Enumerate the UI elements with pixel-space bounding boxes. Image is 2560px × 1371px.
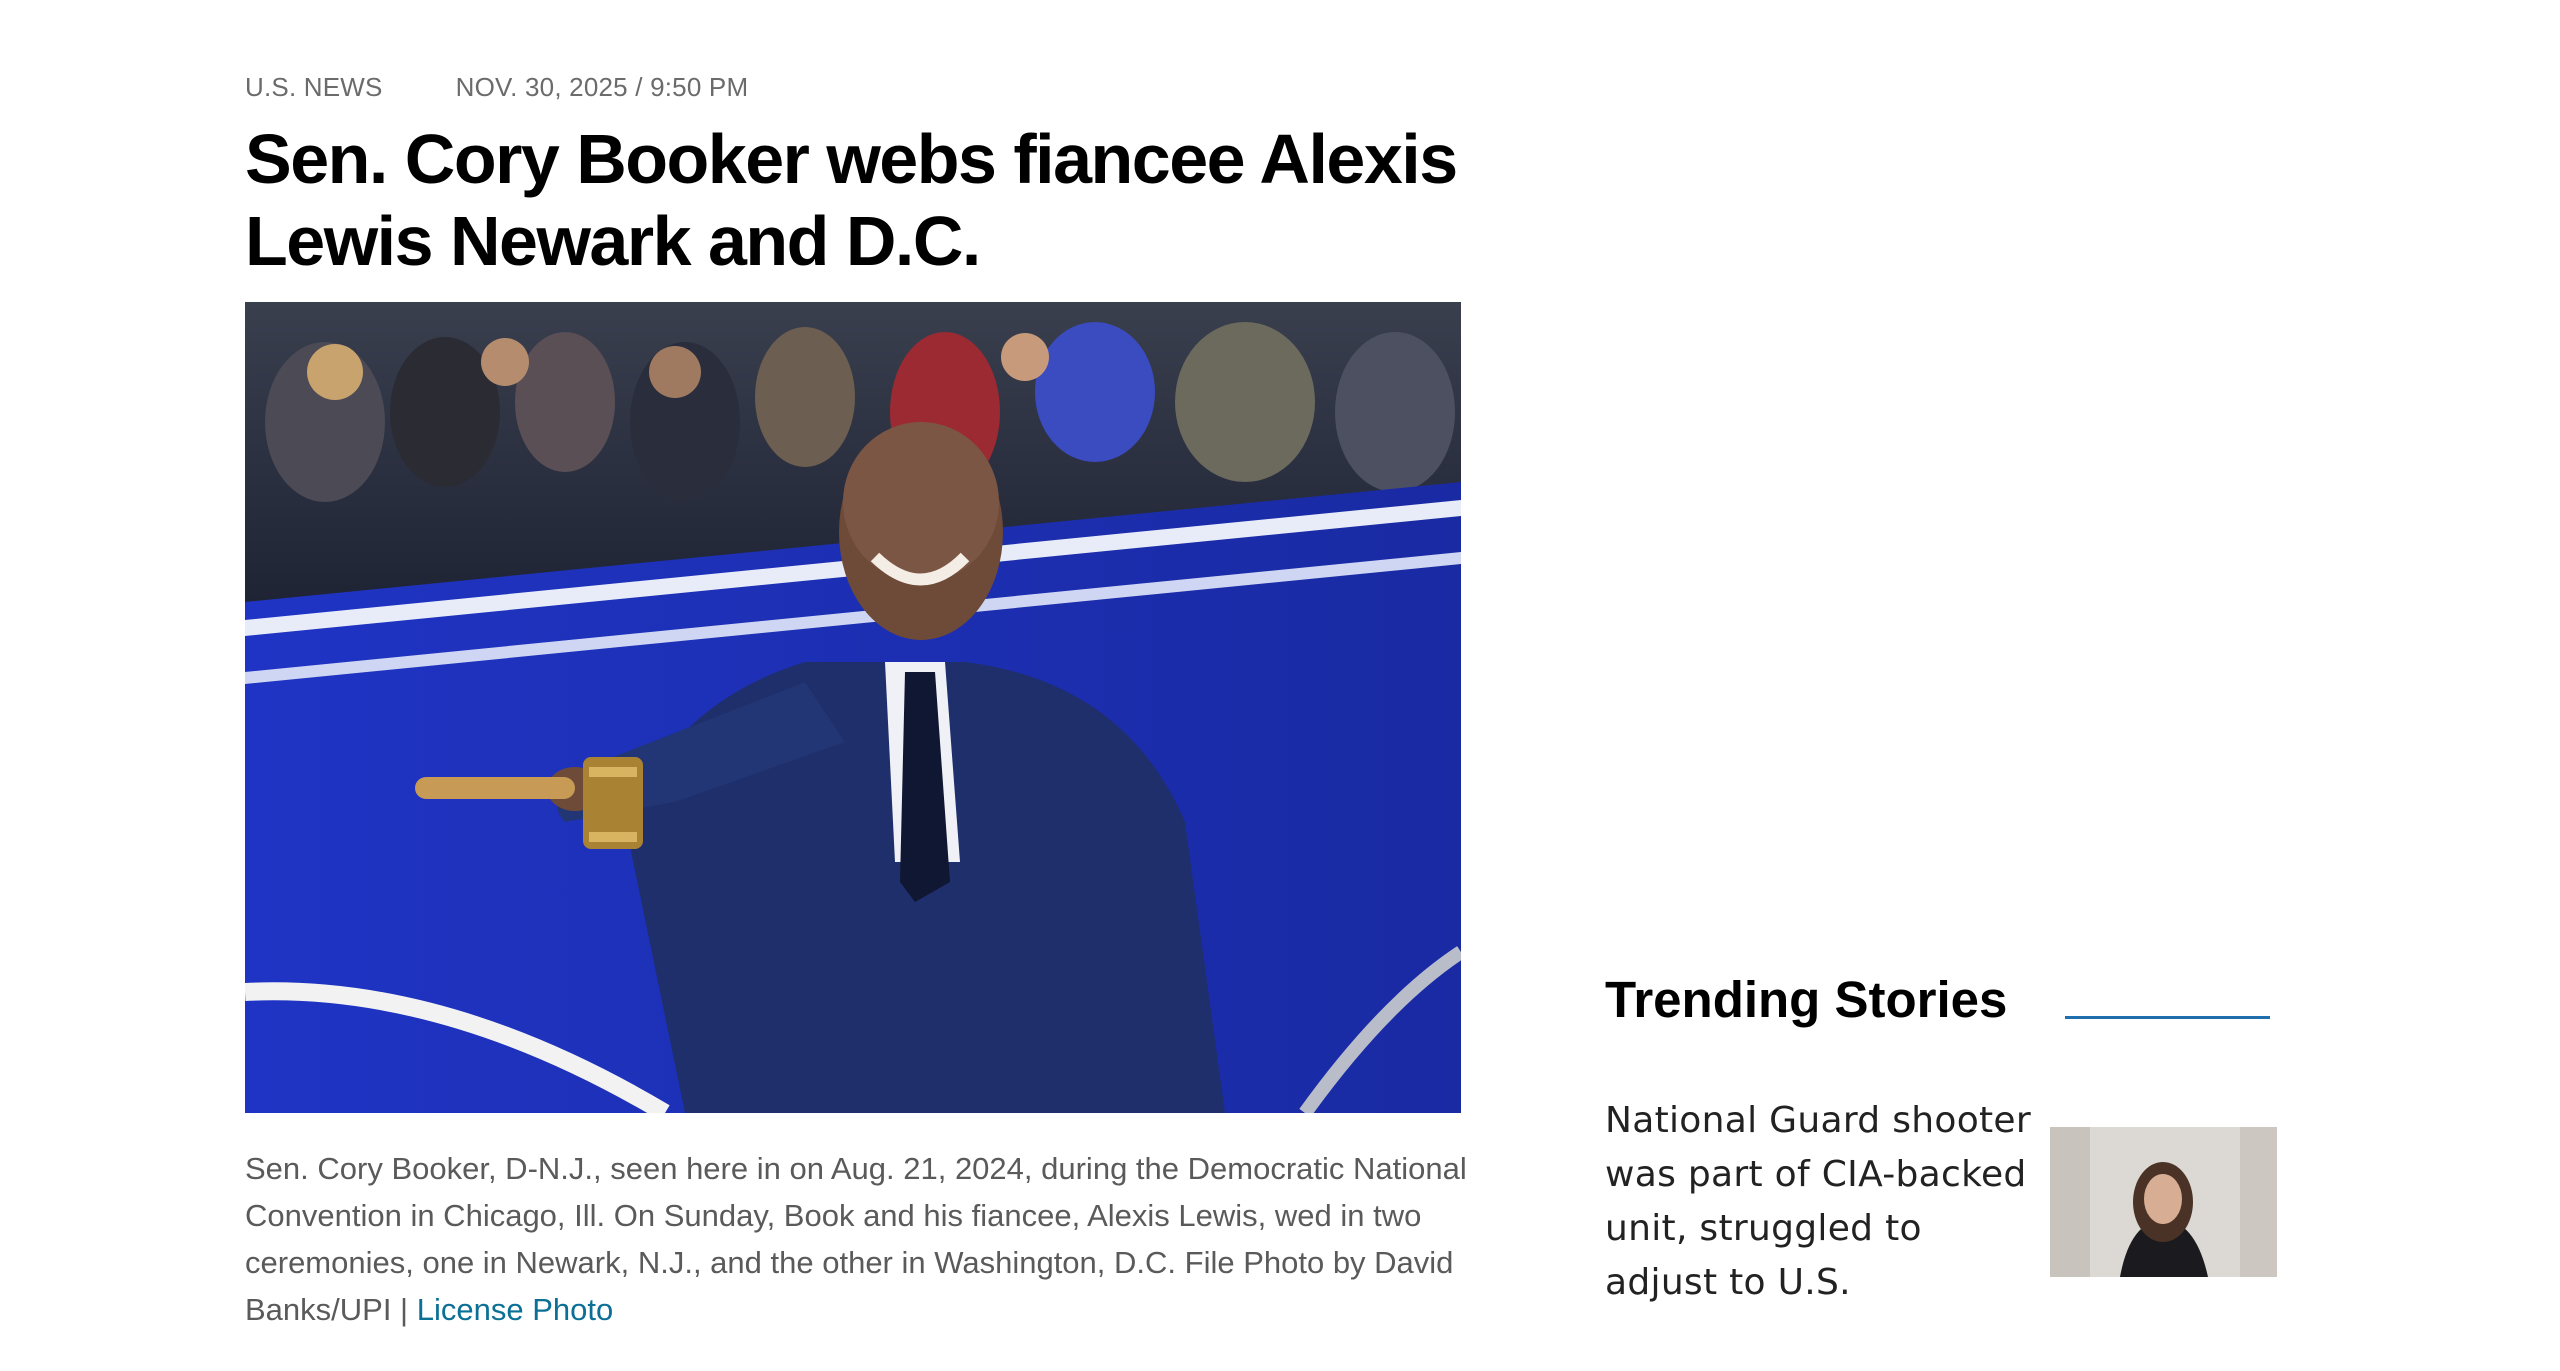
trending-sidebar: Trending Stories National Guard shooter … [1605,970,2277,1303]
trending-story-thumbnail-image [2050,1127,2277,1277]
photo-caption: Sen. Cory Booker, D-N.J., seen here in o… [245,1145,1470,1333]
trending-story-title[interactable]: National Guard shooter was part of CIA-b… [1605,1094,2045,1310]
dateline: NOV. 30, 2025 / 9:50 PM [455,72,749,102]
article-meta: U.S. NEWS NOV. 30, 2025 / 9:50 PM [245,72,748,103]
trending-divider [2065,1016,2271,1019]
license-photo-link[interactable]: License Photo [417,1292,613,1327]
trending-story-thumbnail[interactable] [2050,1127,2277,1277]
hero-photo[interactable] [245,302,1461,1113]
trending-header: Trending Stories [1605,970,2277,1030]
trending-story[interactable]: National Guard shooter was part of CIA-b… [1605,1094,2277,1310]
hero-photo-image [245,302,1461,1113]
article-headline: Sen. Cory Booker webs fiancee Alexis Lew… [245,120,1458,280]
section-link[interactable]: U.S. NEWS [245,72,383,103]
trending-title: Trending Stories [1605,971,2008,1028]
